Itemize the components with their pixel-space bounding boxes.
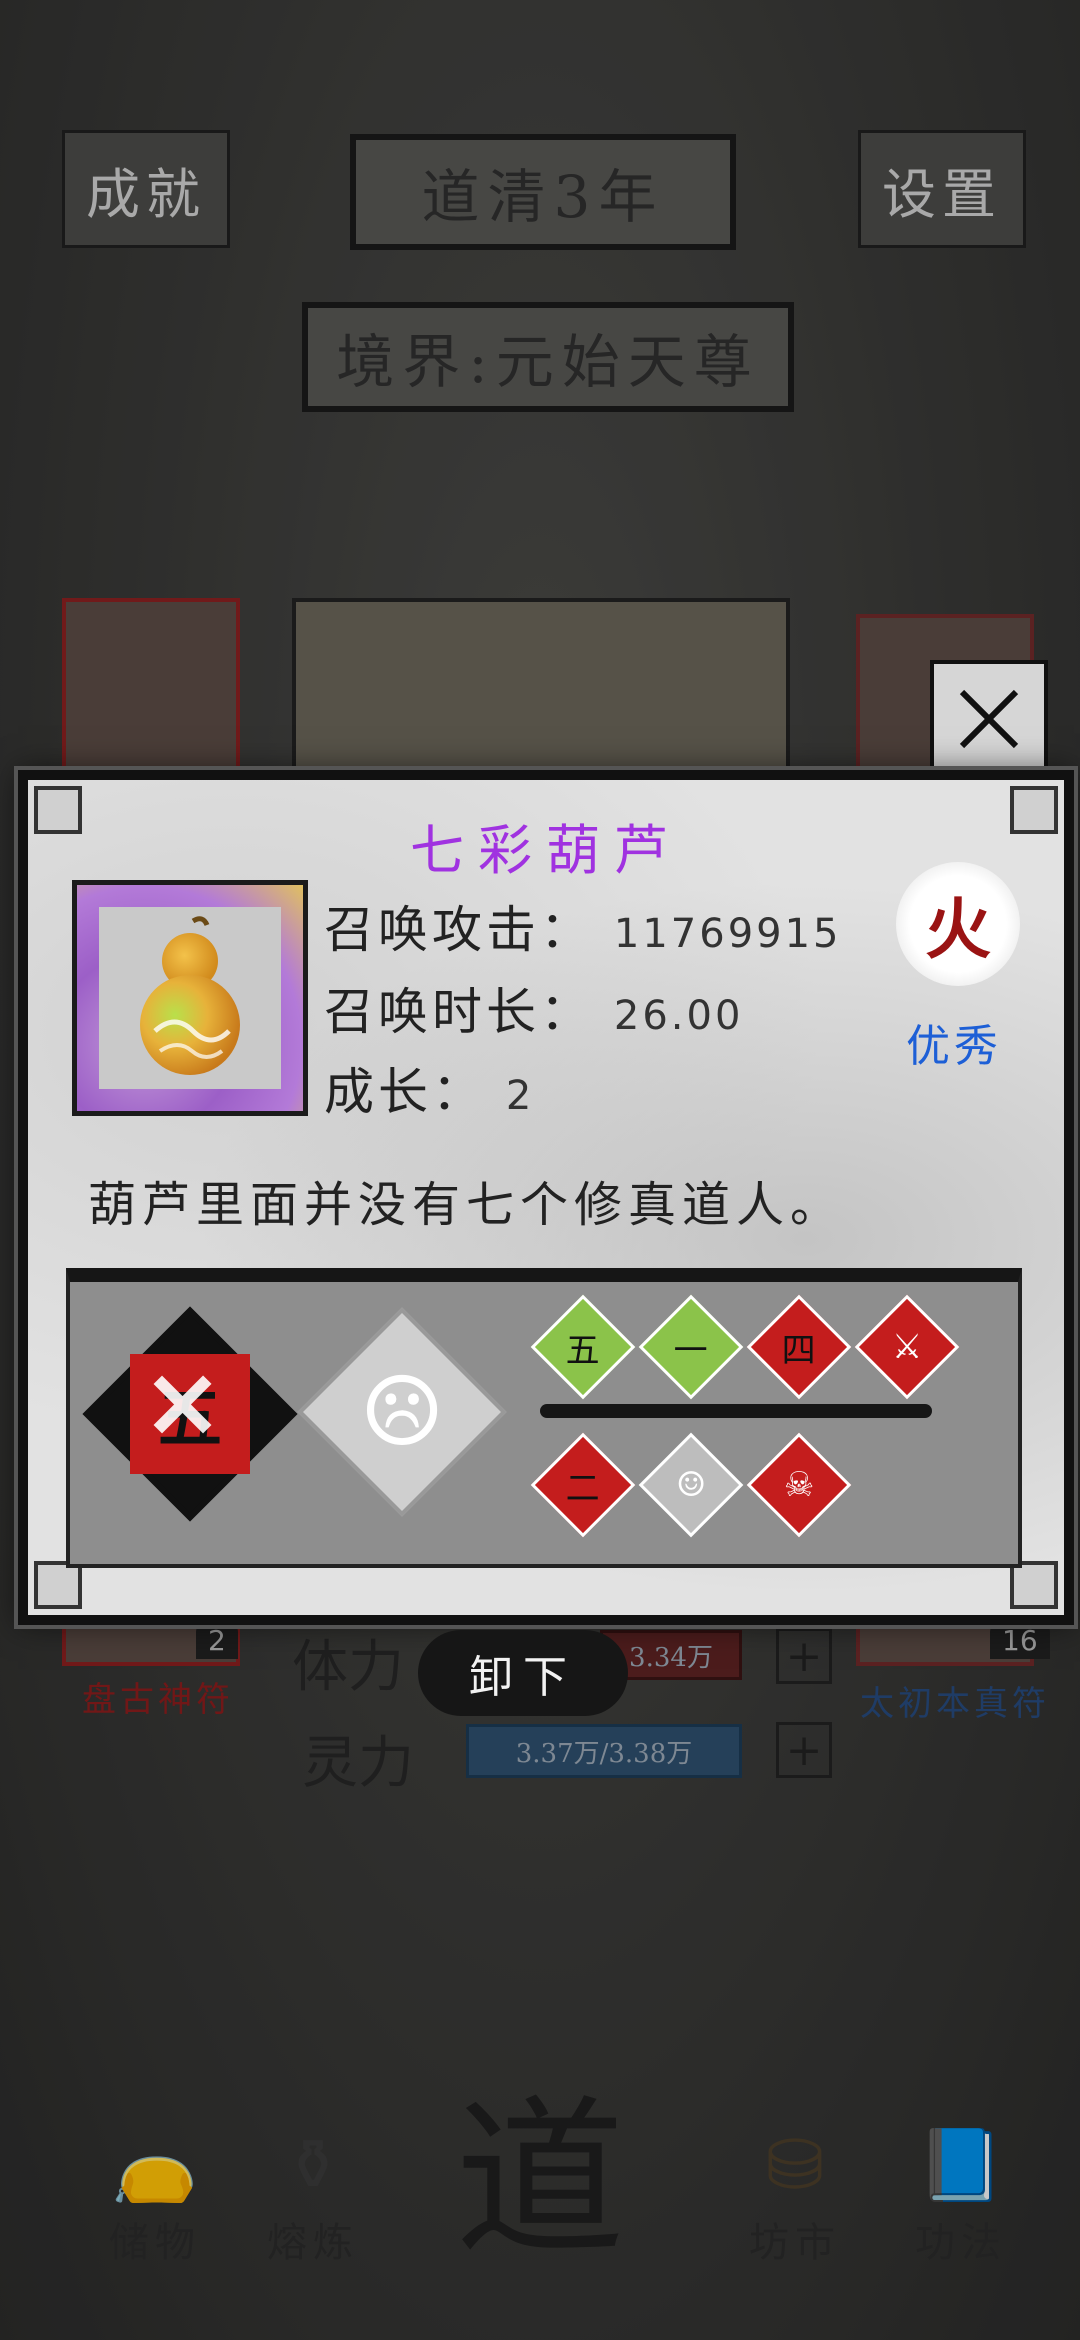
item-title: 七彩葫芦 [410, 819, 682, 882]
skill-small-1-glyph: 五 [566, 1330, 600, 1371]
skill-small-3-glyph: 四 [782, 1330, 816, 1371]
skill-small-6[interactable]: ☺ [638, 1432, 744, 1538]
summon-attack-label: 召唤攻击： [324, 901, 594, 959]
skill-five-crossed[interactable]: 五 ✕ [82, 1306, 298, 1522]
unload-button[interactable]: 卸下 [418, 1630, 628, 1716]
summon-duration-value: 26.00 [613, 993, 744, 1039]
skill-small-1[interactable]: 五 [530, 1294, 636, 1400]
close-icon [959, 689, 1019, 749]
skill-small-3[interactable]: 四 [746, 1294, 852, 1400]
gourd-icon [140, 916, 240, 1075]
skill-small-7[interactable]: ☠ [746, 1432, 852, 1538]
summon-attack-row: 召唤攻击： 11769915 [324, 890, 842, 962]
unload-label: 卸下 [469, 1652, 577, 1703]
growth-row: 成长： 2 [324, 1052, 534, 1124]
corner-ornament [1010, 1561, 1058, 1609]
item-icon-bg [99, 907, 281, 1089]
cross-icon: ✕ [144, 1352, 222, 1460]
skill-small-5[interactable]: 二 [530, 1432, 636, 1538]
item-description: 葫芦里面并没有七个修真道人。 [88, 1177, 845, 1233]
skill-small-5-glyph: 二 [566, 1468, 600, 1509]
item-detail-modal: 七彩葫芦 召唤攻击： 11769915 召唤时长： 26.00 成长： 2 火 … [18, 770, 1074, 1625]
skill-small-4[interactable]: ⚔ [854, 1294, 960, 1400]
corner-ornament [34, 1561, 82, 1609]
skill-demon-face[interactable]: ☹ [297, 1307, 507, 1517]
skill-small-2-glyph: 一 [674, 1330, 708, 1371]
quality-label: 优秀 [906, 1021, 1002, 1072]
summon-duration-label: 召唤时长： [324, 983, 594, 1041]
skull-icon: ☠ [783, 1464, 815, 1505]
summon-attack-value: 11769915 [613, 911, 842, 957]
spirit-face-icon: ☺ [675, 1464, 707, 1505]
skill-divider [540, 1404, 932, 1418]
sword-icon: ⚔ [891, 1326, 923, 1367]
demon-face-icon: ☹ [358, 1356, 446, 1468]
item-icon-frame [72, 880, 308, 1116]
skill-small-2[interactable]: 一 [638, 1294, 744, 1400]
growth-value: 2 [505, 1073, 535, 1119]
skill-panel: 五 ✕ ☹ 五 一 四 ⚔ 二 ☺ ☠ [66, 1268, 1022, 1568]
growth-label: 成长： [324, 1063, 486, 1121]
summon-duration-row: 召唤时长： 26.00 [324, 972, 743, 1044]
close-button[interactable] [930, 660, 1048, 778]
element-badge: 火 [896, 862, 1020, 986]
